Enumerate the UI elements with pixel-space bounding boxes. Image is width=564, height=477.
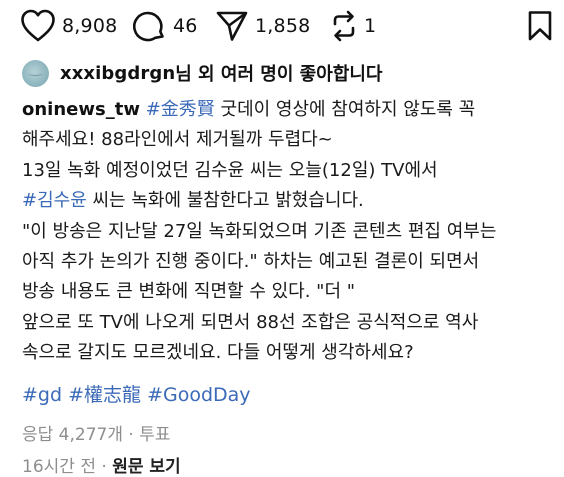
caption-line: "이 방송은 지난달 27일 녹화되었으며 기존 콘텐츠 편집 여부는 bbox=[22, 220, 497, 242]
caption-line: #김수윤 씨는 녹화에 불참한다고 밝혔습니다. bbox=[22, 186, 562, 216]
hashtag-link[interactable]: #金秀賢 bbox=[146, 99, 215, 120]
view-original-link[interactable]: 원문 보기 bbox=[112, 457, 180, 477]
caption-line: oninews_tw #金秀賢 굿데이 영상에 참여하지 않도록 꼭 bbox=[22, 95, 562, 125]
like-button[interactable]: 8,908 bbox=[20, 9, 117, 43]
vote-link[interactable]: 투표 bbox=[139, 425, 170, 445]
hashtag-link[interactable]: #GoodDay bbox=[147, 384, 250, 406]
bookmark-icon bbox=[528, 11, 552, 41]
caption-line: 앞으로 또 TV에 나오게 되면서 88선 조합은 공식적으로 역사 bbox=[22, 311, 479, 333]
heart-icon bbox=[21, 9, 55, 42]
share-count: 1,858 bbox=[255, 15, 311, 37]
liker-username[interactable]: xxxibgdrgn bbox=[60, 63, 175, 84]
replies-row: 응답 4,277개 · 투표 bbox=[22, 420, 171, 445]
author-username[interactable]: oninews_tw bbox=[22, 99, 140, 120]
liker-avatar[interactable] bbox=[22, 59, 49, 87]
post-action-bar: 8,908 46 1,858 1 bbox=[0, 0, 564, 52]
separator-dot: · bbox=[123, 425, 140, 445]
caption-text: 굿데이 영상에 참여하지 않도록 꼭 bbox=[214, 99, 476, 120]
caption-line: 속으로 갈지도 모르겠네요. 다들 어떻게 생각하세요? bbox=[22, 342, 414, 364]
hashtag-row: #gd #權志龍 #GoodDay bbox=[22, 380, 251, 407]
caption-line: 방송 내용도 큰 변화에 직면할 수 있다. "더 " bbox=[22, 281, 356, 303]
save-button[interactable] bbox=[526, 10, 554, 42]
post-meta-row: 16시간 전 · 원문 보기 bbox=[22, 452, 181, 477]
separator-dot: · bbox=[95, 457, 113, 477]
hashtag-link[interactable]: #權志龍 bbox=[68, 384, 141, 406]
paper-plane-icon bbox=[216, 11, 248, 41]
caption-line: 아직 추가 논의가 진행 중이다." 하차는 예고된 결론이 되면서 bbox=[22, 250, 480, 272]
liked-by-text[interactable]: 님 외 여러 명이 좋아합니다 bbox=[175, 60, 382, 86]
caption-line: 해주세요! 88라인에서 제거될까 두렵다~ bbox=[22, 129, 333, 151]
post-caption: oninews_tw #金秀賢 굿데이 영상에 참여하지 않도록 꼭 해주세요!… bbox=[22, 95, 562, 369]
repost-count: 1 bbox=[364, 15, 377, 37]
share-button[interactable]: 1,858 bbox=[215, 9, 310, 43]
like-count: 8,908 bbox=[62, 15, 118, 37]
repost-button[interactable]: 1 bbox=[330, 9, 376, 43]
liked-by-row: xxxibgdrgn 님 외 여러 명이 좋아합니다 bbox=[22, 58, 382, 88]
view-replies-link[interactable]: 응답 4,277개 bbox=[22, 425, 123, 445]
caption-text: 씨는 녹화에 불참한다고 밝혔습니다. bbox=[86, 190, 364, 212]
comment-count: 46 bbox=[173, 15, 198, 37]
caption-line: 13일 녹화 예정이었던 김수윤 씨는 오늘(12일) TV에서 bbox=[22, 159, 438, 181]
hashtag-link[interactable]: #gd bbox=[22, 384, 62, 406]
avatar-pattern bbox=[28, 71, 43, 76]
hashtag-link[interactable]: #김수윤 bbox=[22, 190, 87, 211]
comment-button[interactable]: 46 bbox=[133, 9, 198, 43]
comment-icon bbox=[133, 11, 164, 42]
post-timestamp: 16시간 전 bbox=[22, 457, 96, 477]
repost-icon bbox=[333, 10, 355, 42]
